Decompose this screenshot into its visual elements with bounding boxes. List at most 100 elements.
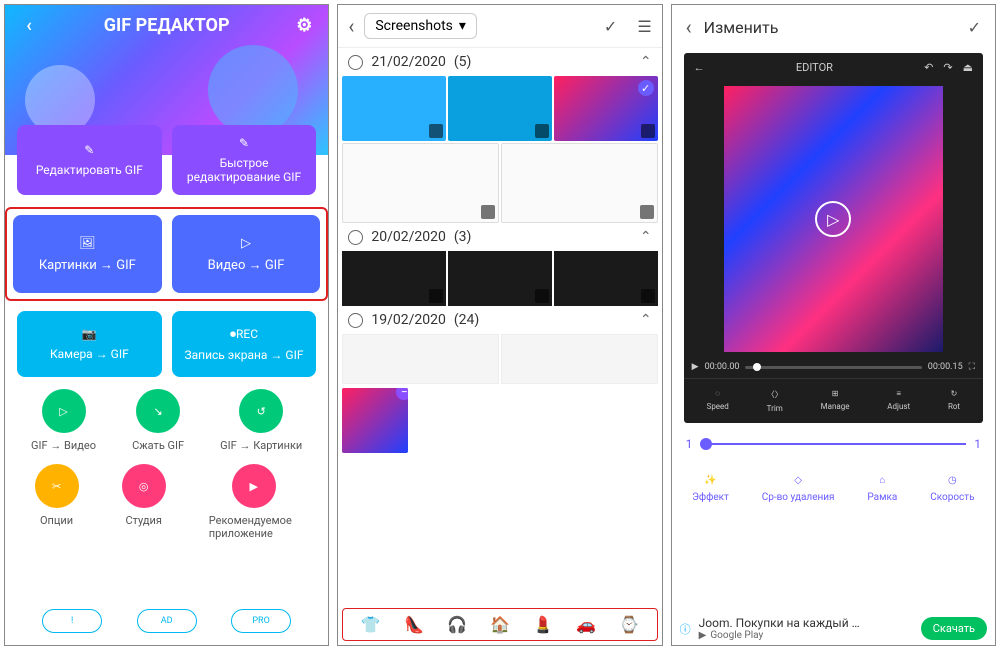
card-edit-gif[interactable]: ✎ Редактировать GIF [17, 125, 162, 195]
card-camera-to-gif[interactable]: 📷 Камера → GIF [17, 311, 162, 377]
timeline-bar[interactable] [745, 366, 921, 369]
card-label: Запись экрана → GIF [185, 348, 304, 362]
thumb-removable[interactable]: − [342, 388, 408, 453]
thumb[interactable] [554, 251, 658, 306]
thumb[interactable] [342, 76, 446, 141]
tool-manage[interactable]: ⊞Manage [821, 389, 850, 413]
card-video-to-gif[interactable]: ▷ Видео → GIF [172, 215, 321, 293]
expand-icon[interactable] [429, 124, 443, 138]
thumb[interactable] [448, 76, 552, 141]
expand-icon[interactable] [535, 124, 549, 138]
frame-slider[interactable]: 1 1 [672, 427, 995, 461]
gauge-icon: ◷ [948, 475, 957, 486]
tool-trim[interactable]: 〈〉Trim [767, 389, 783, 413]
expand-icon[interactable] [641, 289, 655, 303]
expand-icon[interactable] [640, 205, 654, 219]
expand-icon[interactable] [641, 124, 655, 138]
tool-label: Adjust [887, 402, 910, 411]
circ-gif-to-video[interactable]: ▷GIF → Видео [31, 389, 96, 452]
circ-label: Студия [125, 514, 161, 527]
tool-frame[interactable]: ⌂Рамка [867, 475, 897, 503]
thumb-selected[interactable] [554, 76, 658, 141]
thumb[interactable] [342, 143, 499, 223]
chevron-up-icon[interactable]: ⌃ [640, 229, 652, 245]
export-icon[interactable]: ⏏ [963, 61, 973, 74]
back-icon[interactable]: ‹ [348, 14, 354, 38]
tool-label: Rot [948, 402, 960, 411]
tool-speed[interactable]: ◌Speed [707, 389, 729, 413]
radio-icon[interactable] [348, 313, 363, 328]
video-editor: ← EDITOR ↶ ↷ ⏏ ▷ ▶ 00:00.00 00:00.15 ⛶ ◌… [684, 53, 983, 423]
tool-speed2[interactable]: ◷ Скорость [930, 475, 974, 503]
circ-recommended[interactable]: ▶Рекомендуемое приложение [209, 464, 299, 540]
download-button[interactable]: Скачать [921, 617, 987, 640]
ad-banner[interactable]: ⓘ Joom. Покупки на каждый … ▶Google Play… [680, 616, 987, 641]
pro-pill[interactable]: PRO [231, 609, 291, 633]
folder-dropdown[interactable]: Screenshots ▾ [364, 13, 477, 39]
redo-icon[interactable]: ↷ [943, 61, 952, 74]
date-group-1[interactable]: 20/02/2020(3) ⌃ [338, 223, 661, 251]
circ-gif-to-pics[interactable]: ↺GIF → Картинки [220, 389, 302, 452]
tools-icon: ✂ [35, 464, 79, 508]
tool-effect[interactable]: ✨Эффект [692, 475, 729, 503]
thumb[interactable] [342, 251, 446, 306]
timeline[interactable]: ▶ 00:00.00 00:00.15 ⛶ [684, 356, 983, 378]
ad-close-icon[interactable]: ⓘ [680, 621, 691, 637]
ad-pill[interactable]: AD [137, 609, 197, 633]
thumb[interactable] [501, 143, 658, 223]
speed-icon: ◌ [715, 389, 720, 398]
preview-area[interactable]: ▷ [724, 86, 943, 352]
ad-title: Joom. Покупки на каждый … [699, 616, 913, 630]
tool-label: Скорость [930, 492, 974, 503]
date-group-2[interactable]: 19/02/2020(24) ⌃ [338, 306, 661, 334]
circ-studio[interactable]: ◎Студия [122, 464, 166, 540]
tool-rotate[interactable]: ↻Rot [948, 389, 960, 413]
cat-headphones-icon[interactable]: 🎧 [447, 615, 467, 634]
confirm-icon[interactable]: ✓ [968, 18, 981, 37]
chevron-up-icon[interactable]: ⌃ [640, 54, 652, 70]
radio-icon[interactable] [348, 55, 363, 70]
confirm-icon[interactable]: ✓ [604, 17, 617, 36]
back-icon[interactable]: ‹ [686, 15, 692, 39]
brush-icon: ✎ [84, 143, 94, 157]
count-label: (3) [454, 229, 472, 245]
slider-track[interactable] [700, 443, 966, 445]
rec-icon: ⏺REC [230, 327, 258, 342]
tool-eraser[interactable]: ◇Ср-во удаления [762, 475, 835, 503]
frame-icon: ⌂ [879, 475, 885, 486]
cat-home-icon[interactable]: 🏠 [490, 615, 510, 634]
card-label: Быстрое редактирование GIF [178, 156, 311, 184]
trim-icon: 〈〉 [767, 389, 783, 400]
date-label: 19/02/2020 [371, 312, 446, 328]
info-pill[interactable]: ! [42, 609, 102, 633]
expand-icon[interactable] [429, 289, 443, 303]
fullscreen-icon[interactable]: ⛶ [969, 362, 975, 372]
thumb[interactable] [342, 334, 499, 384]
thumb[interactable] [448, 251, 552, 306]
expand-icon[interactable] [535, 289, 549, 303]
cat-shoe-icon[interactable]: 👠 [404, 615, 424, 634]
back-icon[interactable]: ‹ [21, 18, 37, 34]
filter-icon[interactable]: ☰ [637, 17, 651, 36]
card-screenrec-to-gif[interactable]: ⏺REC Запись экрана → GIF [172, 311, 317, 377]
cat-car-icon[interactable]: 🚗 [576, 615, 596, 634]
circ-compress[interactable]: ↘Сжать GIF [132, 389, 184, 452]
card-quick-edit[interactable]: ✎ Быстрое редактирование GIF [172, 125, 317, 195]
play-icon[interactable]: ▷ [815, 201, 851, 237]
thumb[interactable] [501, 334, 658, 384]
expand-icon[interactable] [481, 205, 495, 219]
cat-lipstick-icon[interactable]: 💄 [533, 615, 553, 634]
date-group-0[interactable]: 21/02/2020(5) ⌃ [338, 48, 661, 76]
cat-shirt-icon[interactable]: 👕 [361, 615, 381, 634]
tool-adjust[interactable]: ≡Adjust [887, 389, 910, 413]
cat-watch-icon[interactable]: ⌚ [619, 615, 639, 634]
editor-back-icon[interactable]: ← [694, 61, 705, 74]
remove-icon[interactable]: − [396, 388, 408, 400]
card-pics-to-gif[interactable]: 🖼 Картинки → GIF [13, 215, 162, 293]
play-small-icon[interactable]: ▶ [692, 362, 699, 372]
settings-icon[interactable]: ⚙ [296, 18, 312, 34]
chevron-up-icon[interactable]: ⌃ [640, 312, 652, 328]
circ-options[interactable]: ✂Опции [35, 464, 79, 540]
undo-icon[interactable]: ↶ [924, 61, 933, 74]
radio-icon[interactable] [348, 230, 363, 245]
